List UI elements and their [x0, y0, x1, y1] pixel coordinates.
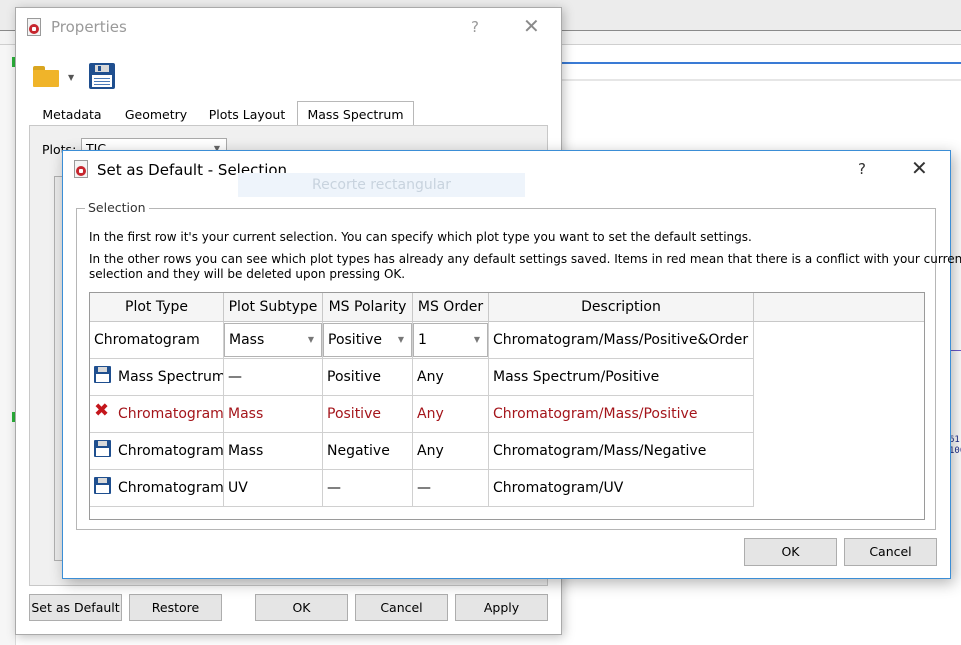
red-x-icon: ✖ [94, 400, 110, 421]
tab-geometry[interactable]: Geometry [121, 102, 191, 126]
info-text-line: selection and they will be deleted upon … [89, 267, 406, 281]
column-header-description[interactable]: Description [489, 293, 754, 322]
ms-polarity-value: Positive [328, 332, 382, 348]
cell-ms-order: — [413, 470, 489, 507]
help-button[interactable]: ? [858, 160, 866, 178]
cell-description: Mass Spectrum/Positive [489, 359, 754, 396]
app-icon [74, 160, 90, 179]
cell-plot-type: Chromatogram [90, 433, 224, 470]
cell-ms-polarity: Positive [323, 359, 413, 396]
table-header: Plot Type Plot Subtype MS Polarity MS Or… [90, 293, 924, 322]
cell-plot-subtype: Mass [224, 433, 323, 470]
defaults-table: Plot Type Plot Subtype MS Polarity MS Or… [89, 292, 925, 520]
cell-ms-order: Any [413, 433, 489, 470]
column-header-ms-order[interactable]: MS Order [413, 293, 489, 322]
tab-mass-spectrum[interactable]: Mass Spectrum [297, 101, 414, 126]
column-header-plot-subtype[interactable]: Plot Subtype [224, 293, 323, 322]
column-header-ms-polarity[interactable]: MS Polarity [323, 293, 413, 322]
cell-ms-order: Any [413, 396, 489, 433]
cell-plot-subtype: Mass ▼ [224, 322, 323, 359]
floppy-save-icon[interactable] [89, 63, 115, 89]
cell-description: Chromatogram/Mass/Positive [489, 396, 754, 433]
cell-ms-polarity: — [323, 470, 413, 507]
plot-type-text: Chromatogram [118, 406, 224, 422]
info-text-line: In the other rows you can see which plot… [89, 252, 961, 266]
cell-ms-polarity: Negative [323, 433, 413, 470]
table-row-conflict[interactable]: ✖ Chromatogram Mass Positive Any Chromato… [90, 396, 754, 433]
help-button[interactable]: ? [471, 18, 479, 36]
background-left-panel [0, 45, 16, 645]
cancel-button[interactable]: Cancel [355, 594, 448, 621]
plot-subtype-value: Mass [229, 332, 265, 348]
floppy-save-icon [94, 366, 112, 384]
chevron-down-icon[interactable]: ▼ [68, 73, 74, 82]
cell-description: Chromatogram/Mass/Negative [489, 433, 754, 470]
header-filler [754, 293, 924, 322]
selection-group: Selection In the first row it's your cur… [76, 200, 961, 530]
cell-ms-order: 1 ▼ [413, 322, 489, 359]
tab-plots-layout[interactable]: Plots Layout [201, 102, 293, 126]
background-selection-line [560, 62, 961, 64]
set-as-default-button[interactable]: Set as Default [29, 594, 122, 621]
table-row[interactable]: Chromatogram UV — — Chromatogram/UV [90, 470, 754, 507]
cell-plot-subtype: — [224, 359, 323, 396]
table-row[interactable]: Chromatogram Mass Negative Any Chromatog… [90, 433, 754, 470]
ms-order-value: 1 [418, 332, 427, 348]
close-button[interactable]: ✕ [911, 156, 928, 180]
folder-open-icon[interactable] [33, 66, 63, 88]
cell-ms-polarity: Positive [323, 396, 413, 433]
close-button[interactable]: ✕ [523, 14, 540, 38]
plot-subtype-select[interactable]: Mass ▼ [224, 323, 322, 357]
ok-button[interactable]: OK [744, 538, 837, 566]
restore-button[interactable]: Restore [129, 594, 222, 621]
chevron-down-icon: ▼ [307, 335, 314, 344]
cell-plot-type: Chromatogram [90, 470, 224, 507]
plot-type-text: Chromatogram [118, 480, 224, 496]
app-icon [27, 18, 43, 37]
set-default-dialog: Set as Default - Selection ? ✕ Selection… [62, 150, 961, 579]
apply-button[interactable]: Apply [455, 594, 548, 621]
ms-order-select[interactable]: 1 ▼ [413, 323, 488, 357]
column-header-plot-type[interactable]: Plot Type [90, 293, 224, 322]
cell-ms-polarity: Positive ▼ [323, 322, 413, 359]
floppy-save-icon [94, 477, 112, 495]
properties-title: Properties [51, 18, 127, 36]
cell-plot-type: Chromatogram [90, 322, 224, 359]
info-text-line: In the first row it's your current selec… [89, 230, 752, 244]
cell-ms-order: Any [413, 359, 489, 396]
cell-plot-subtype: UV [224, 470, 323, 507]
properties-title-bar: Properties ? ✕ [16, 8, 561, 48]
cell-plot-type: Mass Spectrum [90, 359, 224, 396]
cell-plot-subtype: Mass [224, 396, 323, 433]
snipping-tool-hint: Recorte rectangular [238, 173, 525, 197]
selection-group-label: Selection [85, 200, 149, 215]
cancel-button[interactable]: Cancel [844, 538, 937, 566]
background-divider [560, 79, 961, 81]
plot-type-text: Mass Spectrum [118, 369, 224, 385]
ms-polarity-select[interactable]: Positive ▼ [323, 323, 412, 357]
tab-metadata[interactable]: Metadata [33, 102, 111, 126]
table-row[interactable]: Mass Spectrum — Positive Any Mass Spectr… [90, 359, 754, 396]
background-plot-line [950, 350, 961, 351]
floppy-save-icon [94, 440, 112, 458]
chevron-down-icon: ▼ [473, 335, 480, 344]
chevron-down-icon: ▼ [397, 335, 404, 344]
ok-button[interactable]: OK [255, 594, 348, 621]
table-row-current: Chromatogram Mass ▼ Positive ▼ 1 ▼ Chrom… [90, 322, 754, 359]
plot-type-text: Chromatogram [118, 443, 224, 459]
cell-plot-type: ✖ Chromatogram [90, 396, 224, 433]
cell-description: Chromatogram/UV [489, 470, 754, 507]
cell-description: Chromatogram/Mass/Positive&Order 1 [489, 322, 754, 359]
